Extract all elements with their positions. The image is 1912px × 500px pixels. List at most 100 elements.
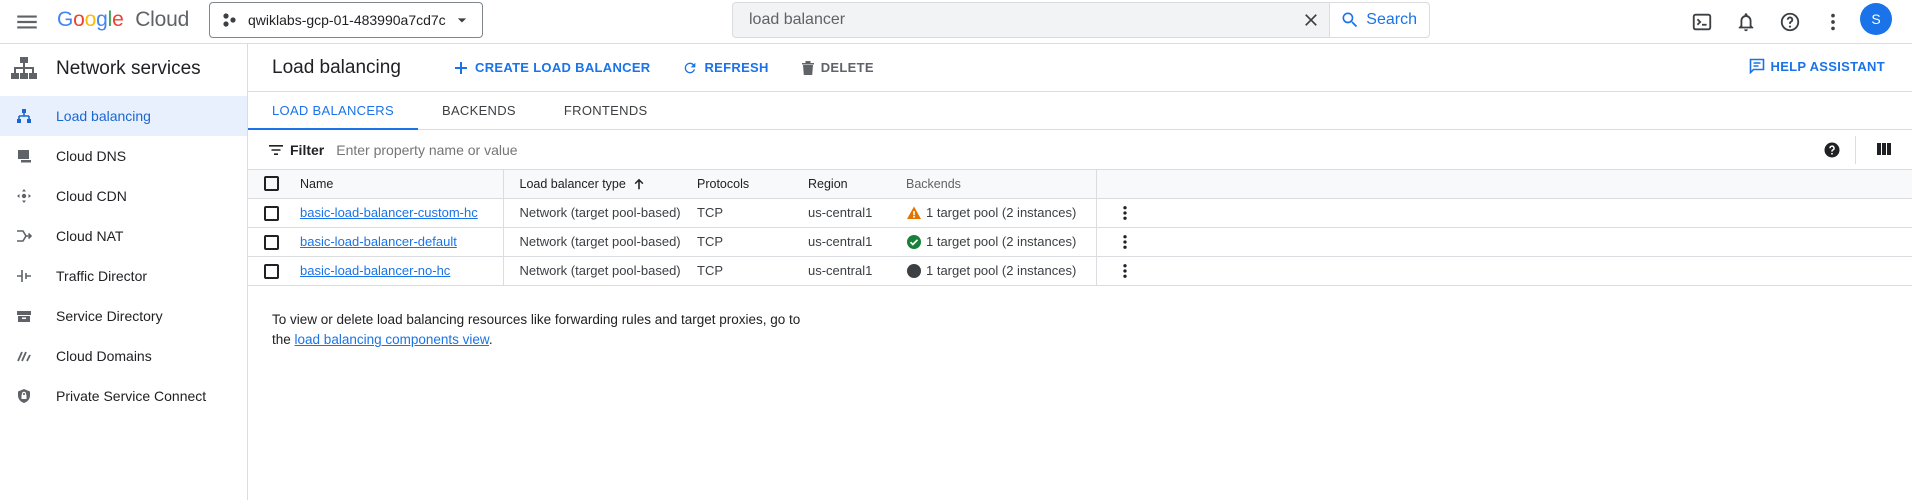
name-cell: basic-load-balancer-default: [294, 227, 504, 257]
tab-bar: LOAD BALANCERS BACKENDS FRONTENDS: [248, 92, 1912, 130]
sidebar-item-load-balancing[interactable]: Load balancing: [0, 96, 247, 136]
row-checkbox[interactable]: [263, 205, 279, 221]
search-icon: [1340, 10, 1360, 30]
delete-button[interactable]: DELETE: [801, 60, 874, 76]
sidebar-item-label: Cloud CDN: [56, 188, 127, 204]
row-select-cell: [248, 256, 294, 286]
column-header-type[interactable]: Load balancer type: [503, 170, 697, 199]
region-cell: us-central1: [808, 198, 906, 228]
project-name: qwiklabs-gcp-01-483990a7cd7c: [248, 12, 446, 28]
column-header-name[interactable]: Name: [294, 170, 504, 199]
refresh-label: REFRESH: [704, 60, 769, 75]
filter-icon: [268, 142, 284, 158]
load-balancers-table: Name Load balancer type Protocols Region…: [248, 170, 1912, 286]
load-balancer-link[interactable]: basic-load-balancer-no-hc: [300, 263, 450, 278]
help-assistant-button[interactable]: HELP ASSISTANT: [1749, 58, 1885, 74]
logo-letter: G: [57, 8, 74, 31]
row-select-cell: [248, 227, 294, 257]
project-icon: [222, 12, 238, 28]
cloud-shell-icon[interactable]: [1688, 8, 1716, 36]
search-input[interactable]: [733, 3, 1294, 37]
sidebar-item-label: Service Directory: [56, 308, 163, 324]
add-icon: [453, 60, 469, 76]
sidebar: Network services Load balancing Cloud DN…: [0, 44, 248, 500]
cloud-dns-icon: [15, 147, 33, 165]
column-header-label: Load balancer type: [519, 176, 626, 191]
google-cloud-logo[interactable]: Google Cloud: [57, 8, 189, 32]
row-select-cell: [248, 198, 294, 228]
more-vert-icon[interactable]: [1819, 8, 1847, 36]
sidebar-item-label: Cloud NAT: [56, 228, 124, 244]
network-services-icon: [10, 55, 38, 83]
page-title: Load balancing: [272, 56, 401, 78]
tab-backends[interactable]: BACKENDS: [418, 92, 540, 129]
arrow-upward-icon: [626, 177, 646, 191]
sidebar-item-cloud-domains[interactable]: Cloud Domains: [0, 336, 247, 376]
row-checkbox[interactable]: [263, 263, 279, 279]
chevron-down-icon: [452, 10, 472, 30]
project-picker[interactable]: qwiklabs-gcp-01-483990a7cd7c: [209, 2, 483, 38]
action-bar: Load balancing CREATE LOAD BALANCER REFR…: [248, 44, 1912, 92]
filter-button[interactable]: Filter: [268, 142, 324, 158]
load-balancer-link[interactable]: basic-load-balancer-default: [300, 234, 457, 249]
row-checkbox[interactable]: [263, 234, 279, 250]
delete-icon: [801, 60, 815, 76]
hamburger-menu-icon[interactable]: [14, 9, 40, 35]
notifications-icon[interactable]: [1732, 8, 1760, 36]
table-row: basic-load-balancer-default Network (tar…: [248, 227, 1912, 257]
help-assistant-label: HELP ASSISTANT: [1770, 58, 1885, 74]
column-header-actions: [1096, 170, 1146, 199]
table-row: basic-load-balancer-custom-hc Network (t…: [248, 198, 1912, 228]
filler-cell: [1146, 198, 1912, 228]
filter-input[interactable]: [336, 141, 837, 158]
sidebar-header: Network services: [0, 44, 247, 94]
column-header-backends: Backends: [906, 170, 1097, 199]
create-load-balancer-label: CREATE LOAD BALANCER: [475, 60, 651, 75]
question-help-icon[interactable]: [1824, 142, 1840, 158]
help-icon[interactable]: [1776, 8, 1804, 36]
check-circle-icon: [906, 234, 922, 250]
column-header-region[interactable]: Region: [808, 170, 906, 199]
sidebar-item-traffic-director[interactable]: Traffic Director: [0, 256, 247, 296]
status-unknown-icon: [906, 263, 922, 279]
tab-frontends[interactable]: FRONTENDS: [540, 92, 672, 129]
sidebar-item-cloud-nat[interactable]: Cloud NAT: [0, 216, 247, 256]
column-header-protocols[interactable]: Protocols: [697, 170, 808, 199]
sidebar-item-cloud-cdn[interactable]: Cloud CDN: [0, 176, 247, 216]
more-vert-icon[interactable]: [1113, 259, 1137, 283]
components-view-link[interactable]: load balancing components view: [295, 332, 489, 347]
sidebar-item-service-directory[interactable]: Service Directory: [0, 296, 247, 336]
actions-cell: [1096, 227, 1146, 257]
delete-label: DELETE: [820, 60, 874, 75]
close-icon[interactable]: [1293, 3, 1329, 37]
refresh-button[interactable]: REFRESH: [682, 60, 768, 76]
name-cell: basic-load-balancer-custom-hc: [294, 198, 504, 228]
service-directory-icon: [15, 307, 33, 325]
tab-load-balancers[interactable]: LOAD BALANCERS: [248, 92, 418, 130]
avatar[interactable]: S: [1860, 3, 1892, 35]
backends-text: 1 target pool (2 instances): [926, 234, 1077, 249]
filter-bar: Filter: [248, 130, 1912, 170]
more-vert-icon[interactable]: [1113, 201, 1137, 225]
protocols-cell: TCP: [697, 198, 808, 228]
components-view-note: To view or delete load balancing resourc…: [272, 310, 812, 350]
backends-cell: 1 target pool (2 instances): [906, 256, 1097, 286]
search-button[interactable]: Search: [1329, 3, 1429, 37]
logo-letter: o: [73, 8, 85, 31]
more-vert-icon[interactable]: [1113, 230, 1137, 254]
backends-cell: 1 target pool (2 instances): [906, 198, 1097, 228]
cloud-nat-icon: [15, 227, 33, 245]
protocols-cell: TCP: [697, 256, 808, 286]
sidebar-item-private-service-connect[interactable]: Private Service Connect: [0, 376, 247, 416]
refresh-icon: [682, 60, 698, 76]
create-load-balancer-button[interactable]: CREATE LOAD BALANCER: [453, 60, 650, 76]
name-cell: basic-load-balancer-no-hc: [294, 256, 504, 286]
logo-letter: o: [84, 8, 97, 31]
sidebar-item-cloud-dns[interactable]: Cloud DNS: [0, 136, 247, 176]
load-balancer-link[interactable]: basic-load-balancer-custom-hc: [300, 205, 478, 220]
logo-cloud-text: Cloud: [135, 8, 190, 31]
select-all-checkbox[interactable]: [263, 176, 279, 192]
column-display-icon[interactable]: [1876, 141, 1892, 157]
backends-cell: 1 target pool (2 instances): [906, 227, 1097, 257]
sidebar-item-label: Traffic Director: [56, 268, 148, 284]
